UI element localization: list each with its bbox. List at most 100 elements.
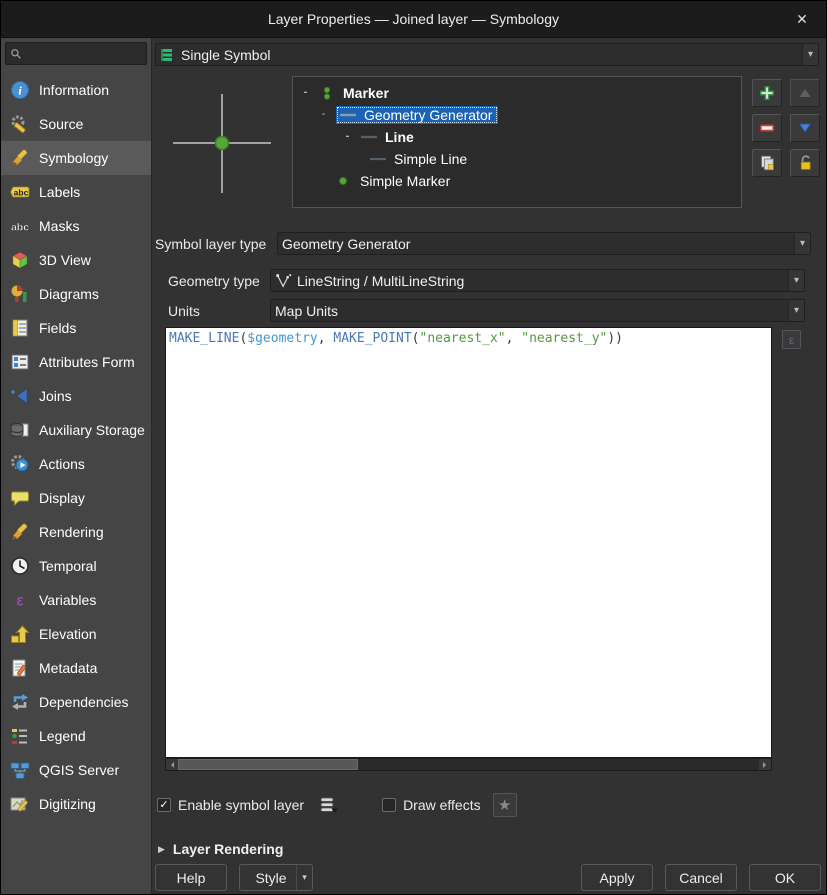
symbology-icon <box>12 149 28 166</box>
move-down-button[interactable] <box>790 114 820 142</box>
actions-icon <box>11 455 29 472</box>
close-icon[interactable]: ✕ <box>792 9 812 29</box>
tree-item-marker[interactable]: - Marker <box>293 82 741 104</box>
linestring-icon <box>276 273 292 288</box>
labels-icon: abc <box>10 186 30 198</box>
joins-icon <box>11 388 28 404</box>
sidebar-item-fields[interactable]: Fields <box>1 311 151 345</box>
sidebar-item-diagrams[interactable]: Diagrams <box>1 277 151 311</box>
single-symbol-icon <box>161 48 172 61</box>
titlebar: Layer Properties — Joined layer — Symbol… <box>1 1 826 38</box>
sidebar-item-dependencies[interactable]: Dependencies <box>1 685 151 719</box>
collapse-icon[interactable]: - <box>341 130 354 144</box>
scrollbar-thumb[interactable] <box>178 759 358 770</box>
chevron-down-icon[interactable]: ▾ <box>296 865 312 890</box>
collapse-icon[interactable]: - <box>317 108 330 122</box>
symbol-layer-tree: - Marker - Geometry Generator - Line Sim… <box>292 76 742 208</box>
apply-button[interactable]: Apply <box>581 864 653 891</box>
3d-view-icon <box>12 251 28 269</box>
duplicate-icon <box>761 155 774 171</box>
sidebar-item-information[interactable]: i Information <box>1 73 151 107</box>
search-input[interactable] <box>26 46 142 61</box>
sidebar-item-elevation[interactable]: Elevation <box>1 617 151 651</box>
collapse-icon[interactable]: - <box>299 86 312 100</box>
units-label: Units <box>168 302 200 319</box>
diagrams-icon <box>11 285 27 302</box>
elevation-icon <box>11 625 30 643</box>
enable-symbol-layer-label: Enable symbol layer <box>178 797 305 813</box>
epsilon-icon: ε <box>788 332 795 347</box>
move-up-button[interactable] <box>790 79 820 107</box>
sidebar-item-display[interactable]: Display <box>1 481 151 515</box>
draw-effects-label: Draw effects <box>403 797 481 813</box>
sidebar-item-temporal[interactable]: Temporal <box>1 549 151 583</box>
scroll-left-icon[interactable] <box>166 759 178 770</box>
expand-triangle-icon[interactable]: ▶ <box>158 844 165 855</box>
data-defined-override-button[interactable] <box>316 794 342 816</box>
effects-options-button[interactable]: ★ <box>492 793 517 817</box>
line-symbol-icon <box>370 157 386 161</box>
enable-symbol-layer-checkbox[interactable]: ✓ <box>157 798 171 812</box>
variables-icon: ε <box>16 593 24 610</box>
scroll-right-icon[interactable] <box>759 759 771 770</box>
sidebar-item-rendering[interactable]: Rendering <box>1 515 151 549</box>
editor-horizontal-scrollbar[interactable] <box>165 758 772 771</box>
rendering-icon <box>12 523 28 540</box>
expression-builder-button[interactable]: ε <box>782 330 801 349</box>
sidebar-item-qgis-server[interactable]: QGIS Server <box>1 753 151 787</box>
style-button[interactable]: Style ▾ <box>239 864 313 891</box>
sidebar-item-symbology[interactable]: Symbology <box>1 141 151 175</box>
sidebar-item-labels[interactable]: abc Labels <box>1 175 151 209</box>
marker-dot-icon <box>339 177 347 185</box>
svg-text:ε: ε <box>16 593 24 610</box>
tree-item-geometry-generator[interactable]: - Geometry Generator <box>293 104 741 126</box>
sidebar-item-joins[interactable]: Joins <box>1 379 151 413</box>
star-icon: ★ <box>497 797 512 814</box>
help-button[interactable]: Help <box>155 864 227 891</box>
remove-symbol-layer-button[interactable] <box>752 114 782 142</box>
symbol-layer-actions <box>752 76 820 211</box>
add-symbol-layer-button[interactable] <box>752 79 782 107</box>
sidebar-item-digitizing[interactable]: Digitizing <box>1 787 151 821</box>
masks-icon: abc <box>11 221 30 234</box>
duplicate-symbol-layer-button[interactable] <box>752 149 782 177</box>
search-box[interactable] <box>5 42 147 65</box>
tree-item-simple-marker[interactable]: Simple Marker <box>293 170 741 192</box>
symbol-layer-type-select[interactable]: Geometry Generator ▾ <box>277 232 811 255</box>
auxiliary-storage-icon <box>10 423 29 437</box>
layer-rendering-section[interactable]: ▶ Layer Rendering <box>158 841 826 857</box>
cancel-button[interactable]: Cancel <box>665 864 737 891</box>
sidebar: i Information Source Symbology abc Label… <box>1 38 152 894</box>
chevron-down-icon: ▾ <box>794 233 810 254</box>
svg-text:abc: abc <box>11 222 29 234</box>
line-symbol-icon <box>340 113 356 117</box>
sidebar-item-variables[interactable]: ε Variables <box>1 583 151 617</box>
lock-colors-button[interactable] <box>790 149 820 177</box>
attributes-form-icon <box>11 354 29 370</box>
expression-editor[interactable]: MAKE_LINE($geometry, MAKE_POINT("nearest… <box>165 327 772 758</box>
sidebar-item-attributes-form[interactable]: Attributes Form <box>1 345 151 379</box>
layer-properties-dialog: Layer Properties — Joined layer — Symbol… <box>0 0 827 895</box>
sidebar-item-auxiliary-storage[interactable]: Auxiliary Storage <box>1 413 151 447</box>
fields-icon <box>12 319 28 337</box>
sidebar-nav: i Information Source Symbology abc Label… <box>1 73 151 821</box>
tree-item-simple-line[interactable]: Simple Line <box>293 148 741 170</box>
sidebar-item-metadata[interactable]: Metadata <box>1 651 151 685</box>
sidebar-item-3d-view[interactable]: 3D View <box>1 243 151 277</box>
sidebar-item-masks[interactable]: abc Masks <box>1 209 151 243</box>
chevron-down-icon: ▾ <box>788 270 804 291</box>
renderer-select[interactable]: Single Symbol ▾ <box>155 43 819 66</box>
symbol-preview <box>173 94 271 193</box>
legend-icon <box>12 729 27 744</box>
geometry-type-select[interactable]: LineString / MultiLineString ▾ <box>270 269 805 292</box>
sidebar-item-source[interactable]: Source <box>1 107 151 141</box>
minus-icon <box>759 124 775 132</box>
chevron-down-icon: ▾ <box>802 44 818 65</box>
tree-item-line[interactable]: - Line <box>293 126 741 148</box>
units-select[interactable]: Map Units ▾ <box>270 299 805 322</box>
sidebar-item-legend[interactable]: Legend <box>1 719 151 753</box>
ok-button[interactable]: OK <box>749 864 821 891</box>
draw-effects-checkbox[interactable] <box>382 798 397 812</box>
geometry-type-label: Geometry type <box>168 272 260 289</box>
sidebar-item-actions[interactable]: Actions <box>1 447 151 481</box>
